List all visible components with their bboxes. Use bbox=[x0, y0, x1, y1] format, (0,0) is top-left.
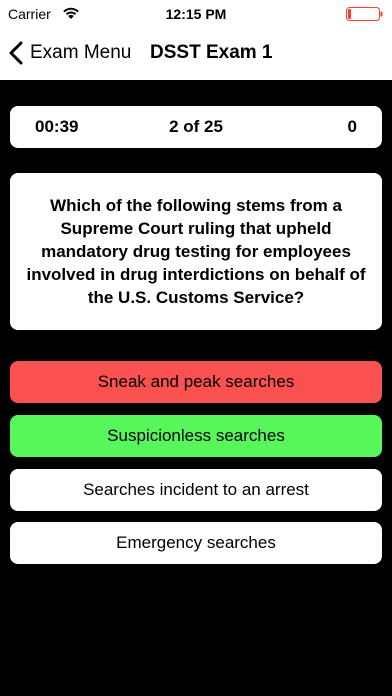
page-title: DSST Exam 1 bbox=[150, 42, 273, 63]
answer-option-label: Sneak and peak searches bbox=[97, 372, 295, 391]
question-text: Which of the following stems from a Supr… bbox=[26, 196, 366, 307]
chevron-left-icon bbox=[9, 41, 23, 65]
score: 0 bbox=[347, 117, 357, 136]
navigation-bar: Exam Menu DSST Exam 1 bbox=[0, 28, 392, 80]
quiz-info-bar: 00:39 2 of 25 0 bbox=[10, 106, 382, 148]
question-card: Which of the following stems from a Supr… bbox=[10, 173, 382, 330]
answer-option-3[interactable]: Searches incident to an arrest bbox=[10, 469, 382, 511]
question-progress: 2 of 25 bbox=[169, 117, 223, 136]
answer-option-label: Emergency searches bbox=[116, 533, 276, 552]
answer-option-1[interactable]: Sneak and peak searches bbox=[10, 361, 382, 403]
answer-option-label: Suspicionless searches bbox=[107, 426, 285, 445]
back-button[interactable]: Exam Menu bbox=[8, 38, 131, 68]
answer-option-4[interactable]: Emergency searches bbox=[10, 522, 382, 564]
answer-option-label: Searches incident to an arrest bbox=[83, 480, 309, 499]
status-bar: Carrier 12:15 PM bbox=[0, 0, 392, 28]
battery-icon bbox=[346, 7, 383, 21]
answer-option-2[interactable]: Suspicionless searches bbox=[10, 415, 382, 457]
quiz-screen: Carrier 12:15 PM Exam Menu DSST Exam 1 0… bbox=[0, 0, 392, 696]
status-time: 12:15 PM bbox=[165, 6, 227, 22]
back-button-label: Exam Menu bbox=[30, 42, 132, 63]
